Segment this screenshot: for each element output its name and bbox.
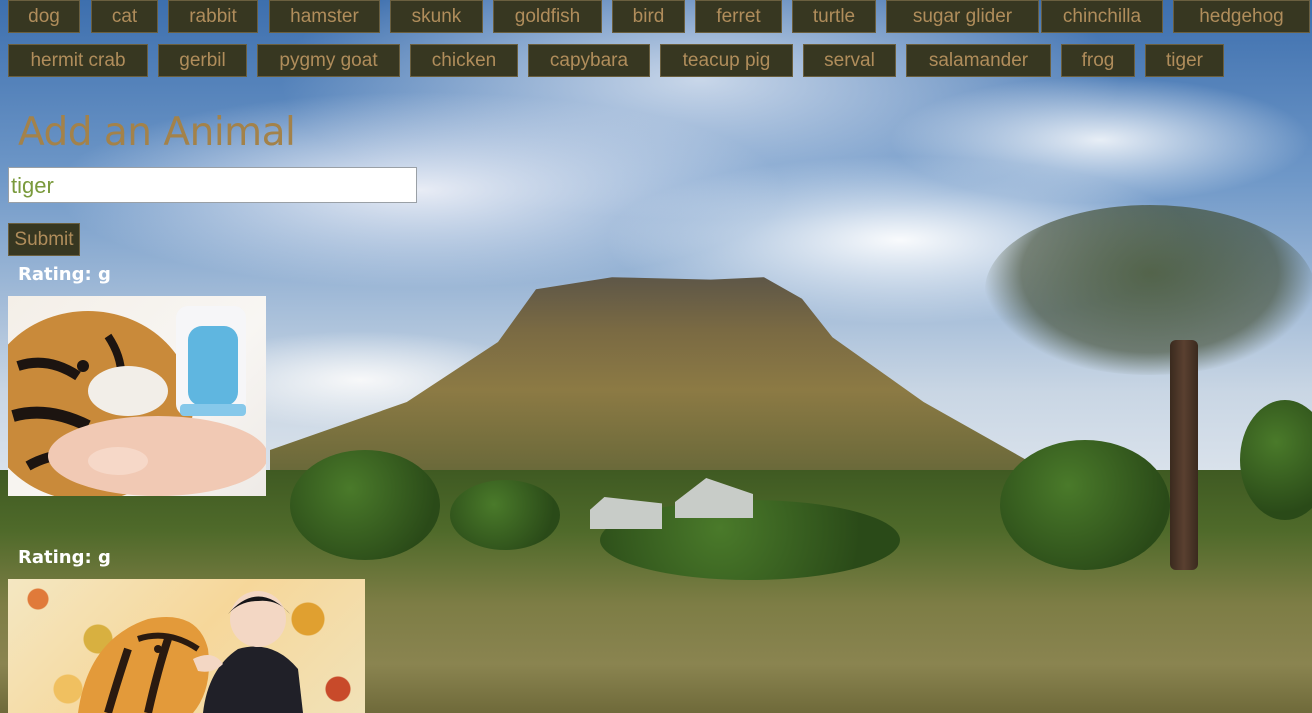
tiger-anime-illustration [78, 591, 303, 713]
animal-button-goldfish[interactable]: goldfish [493, 0, 602, 33]
animal-button-hamster[interactable]: hamster [269, 0, 380, 33]
bush [1000, 440, 1170, 570]
animal-button-teacup-pig[interactable]: teacup pig [660, 44, 793, 77]
animal-button-salamander[interactable]: salamander [906, 44, 1051, 77]
animal-button-chinchilla[interactable]: chinchilla [1041, 0, 1163, 33]
animal-button-skunk[interactable]: skunk [390, 0, 483, 33]
bush [290, 450, 440, 560]
animal-button-tiger[interactable]: tiger [1145, 44, 1224, 77]
tiger-anime-image[interactable] [8, 579, 365, 713]
submit-button[interactable]: Submit [8, 223, 80, 256]
animal-button-capybara[interactable]: capybara [528, 44, 650, 77]
animal-button-cat[interactable]: cat [91, 0, 158, 33]
rating-label: Rating: g [18, 547, 111, 568]
animal-button-sugar-glider[interactable]: sugar glider [886, 0, 1039, 33]
bush [450, 480, 560, 550]
animal-button-hedgehog[interactable]: hedgehog [1173, 0, 1310, 33]
tree-trunk [1170, 340, 1198, 570]
animal-button-rabbit[interactable]: rabbit [168, 0, 258, 33]
tiger-cub-illustration [8, 306, 266, 496]
animal-input[interactable] [8, 167, 417, 203]
animal-button-frog[interactable]: frog [1061, 44, 1135, 77]
rating-label: Rating: g [18, 264, 111, 285]
page-title: Add an Animal [18, 110, 296, 155]
animal-button-gerbil[interactable]: gerbil [158, 44, 247, 77]
animal-button-pygmy-goat[interactable]: pygmy goat [257, 44, 400, 77]
animal-button-bird[interactable]: bird [612, 0, 685, 33]
tiger-cub-bottle-image[interactable] [8, 296, 266, 496]
animal-button-turtle[interactable]: turtle [792, 0, 876, 33]
animal-button-dog[interactable]: dog [8, 0, 80, 33]
animal-button-hermit-crab[interactable]: hermit crab [8, 44, 148, 77]
tree-crown [985, 205, 1312, 375]
animal-button-ferret[interactable]: ferret [695, 0, 782, 33]
animal-button-serval[interactable]: serval [803, 44, 896, 77]
animal-button-chicken[interactable]: chicken [410, 44, 518, 77]
